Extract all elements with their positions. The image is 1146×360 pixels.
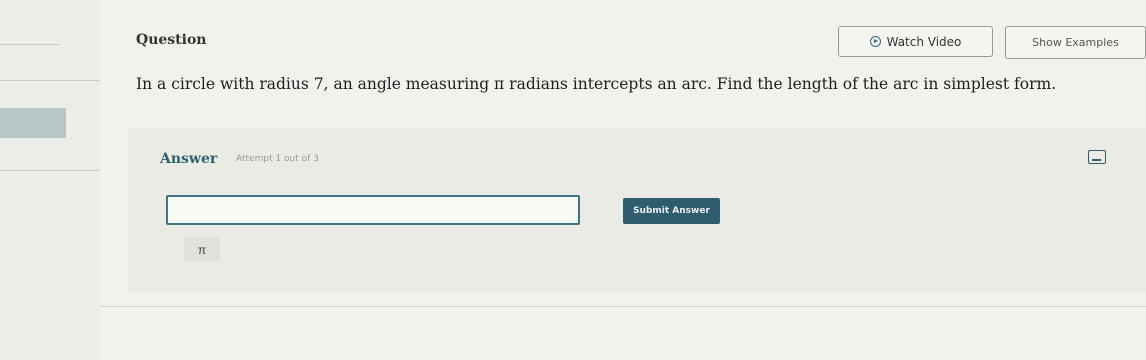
show-examples-label: Show Examples (1032, 36, 1119, 49)
submit-answer-button[interactable]: Submit Answer (623, 198, 720, 224)
keyboard-icon[interactable] (1088, 150, 1106, 164)
question-area: Question Watch Video Show Examples In a … (100, 0, 1146, 360)
sidebar-divider (0, 80, 100, 81)
divider (100, 306, 1146, 307)
sidebar-item-active[interactable] (0, 108, 66, 138)
sidebar-divider (0, 170, 100, 171)
show-examples-button[interactable]: Show Examples (1005, 26, 1146, 59)
question-label: Question (136, 32, 207, 48)
left-sidebar (0, 0, 100, 360)
watch-video-label: Watch Video (886, 34, 962, 49)
play-circle-icon (869, 36, 881, 47)
answer-input[interactable] (166, 195, 580, 225)
sidebar-divider (0, 44, 60, 45)
question-text: In a circle with radius 7, an angle meas… (136, 75, 1057, 93)
answer-panel: Answer Attempt 1 out of 3 Submit Answer … (128, 128, 1146, 293)
watch-video-button[interactable]: Watch Video (838, 26, 993, 57)
pi-symbol-button[interactable]: π (184, 237, 220, 262)
answer-label: Answer (160, 151, 218, 167)
attempt-counter: Attempt 1 out of 3 (236, 154, 319, 164)
